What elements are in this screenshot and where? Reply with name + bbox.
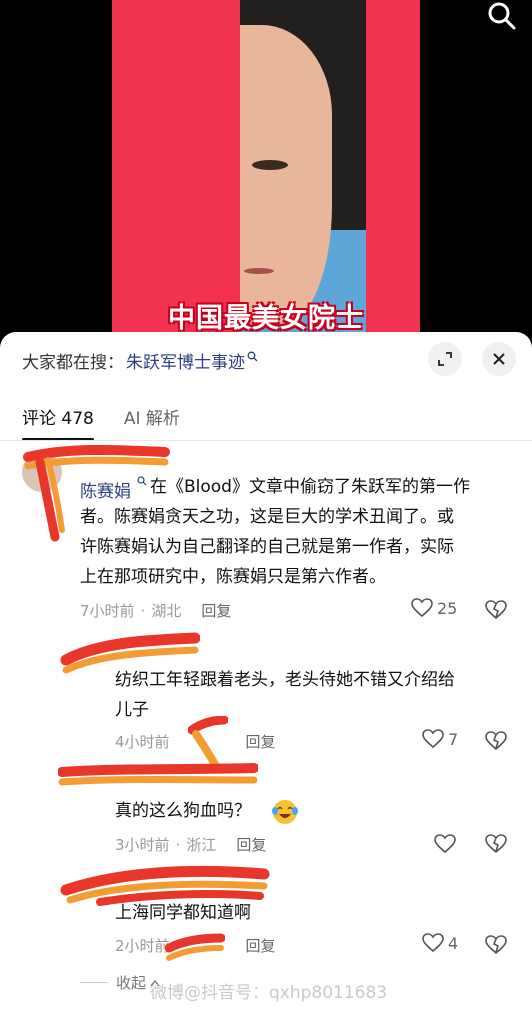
comment-author[interactable]: 陈赛娟 bbox=[80, 477, 131, 502]
reply-button[interactable]: 回复 bbox=[236, 834, 266, 855]
broken-heart-icon[interactable] bbox=[485, 731, 507, 751]
like-count: 7 bbox=[448, 729, 459, 749]
watermark: 微博@抖音号：qxhp8011683 bbox=[150, 983, 388, 1003]
expand-button[interactable] bbox=[428, 342, 462, 376]
broken-heart-icon[interactable] bbox=[485, 834, 507, 854]
like-button[interactable]: 7 bbox=[422, 729, 458, 749]
broken-heart-icon[interactable] bbox=[485, 600, 507, 620]
reply-button[interactable]: 回复 bbox=[201, 600, 231, 621]
crying-laugh-emoji bbox=[272, 800, 298, 824]
heart-icon bbox=[422, 933, 444, 953]
comment-time: 7小时前 bbox=[80, 602, 135, 620]
comment-text-line: 上在那项研究中，陈赛娟只是第六作者。 bbox=[80, 567, 386, 587]
close-button[interactable] bbox=[482, 342, 516, 376]
tab-comments[interactable]: 评论 478 bbox=[22, 404, 94, 441]
heart-icon bbox=[411, 598, 433, 618]
comment-text-line: 儿子 bbox=[115, 700, 149, 720]
comment-location: 湖北 bbox=[151, 602, 182, 620]
heart-icon bbox=[422, 729, 444, 749]
comment-text-line: 者。陈赛娟贪天之功，这是巨大的学术丑闻了。或 bbox=[80, 507, 454, 527]
comment-time: 3小时前 bbox=[115, 836, 170, 854]
comment-tabs: 评论 478 AI 解析 bbox=[22, 404, 180, 441]
redaction-scribble bbox=[58, 763, 258, 786]
tab-ai-analysis[interactable]: AI 解析 bbox=[124, 404, 180, 429]
comment-meta: 3小时前 · 浙江 回复 bbox=[115, 834, 267, 855]
expand-icon bbox=[438, 352, 452, 366]
search-icon[interactable] bbox=[486, 0, 518, 32]
like-count: 25 bbox=[437, 598, 458, 618]
heart-icon[interactable] bbox=[434, 834, 456, 854]
comment-text: 上海同学都知道啊 bbox=[115, 903, 251, 923]
comments-panel: 大家都在搜： 朱跃军博士事迹 评论 478 AI 解析 陈赛娟 在《Blood》… bbox=[0, 332, 532, 1024]
like-button[interactable]: 25 bbox=[411, 598, 457, 618]
reply-button[interactable]: 回复 bbox=[246, 935, 276, 956]
portrait-mouth bbox=[244, 268, 274, 274]
like-count: 4 bbox=[448, 933, 459, 953]
portrait-face bbox=[240, 25, 332, 325]
collapse-label: 收起 bbox=[116, 974, 147, 992]
trending-search-term[interactable]: 朱跃军博士事迹 bbox=[126, 348, 245, 373]
comment-text: 真的这么狗血吗？ bbox=[115, 801, 251, 821]
divider bbox=[80, 982, 108, 983]
search-icon bbox=[137, 476, 147, 486]
comment-time: 4小时前 bbox=[115, 733, 170, 751]
like-button[interactable]: 4 bbox=[422, 933, 458, 953]
search-icon bbox=[247, 351, 258, 362]
comment-meta: 7小时前 · 湖北 回复 bbox=[80, 600, 232, 621]
video-caption: 中国最美女院士 bbox=[168, 303, 364, 334]
divider bbox=[0, 440, 532, 441]
redaction-scribble bbox=[165, 933, 225, 961]
red-band-left bbox=[112, 0, 240, 345]
trending-search-label: 大家都在搜： bbox=[22, 353, 124, 373]
video-player[interactable]: 中国最美女院士 bbox=[0, 0, 532, 345]
portrait-eye bbox=[252, 160, 288, 170]
comment-time: 2小时前 bbox=[115, 937, 170, 955]
comment-text-line: 在《Blood》文章中偷窃了朱跃军的第一作 bbox=[150, 477, 470, 497]
reply-button[interactable]: 回复 bbox=[246, 731, 276, 752]
red-band-right bbox=[366, 0, 420, 345]
close-icon bbox=[493, 353, 505, 365]
broken-heart-icon[interactable] bbox=[485, 935, 507, 955]
collapse-replies-button[interactable]: 收起 bbox=[80, 972, 160, 993]
comment-text-line: 许陈赛娟认为自己翻译的自己就是第一作者，实际 bbox=[80, 537, 454, 557]
comment-text-line: 纺织工年轻跟着老头，老头待她不错又介绍给 bbox=[115, 670, 455, 690]
trending-search[interactable]: 大家都在搜： 朱跃军博士事迹 bbox=[22, 348, 258, 373]
comment-location: 浙江 bbox=[186, 836, 217, 854]
